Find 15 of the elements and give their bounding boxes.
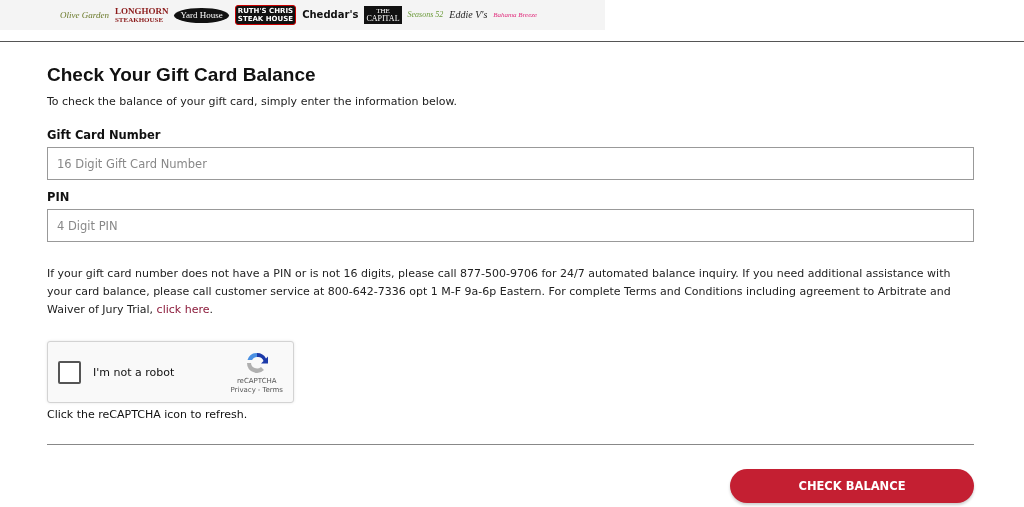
notice-paragraph: If your gift card number does not have a PIN or is not 16 digits, please call 877-500-9706 for 24/7 automated balance inquiry. If you need additional assistance with your card balance, please call customer service at 800-642-7336 opt 1 M-F 9a-6p Eastern. For complete Terms and Conditions including agreement to Arbitrate and Waiver of Jury Trial, click here. — [47, 266, 952, 318]
captcha-hint: Click the reCAPTCHA icon to refresh. — [47, 408, 249, 421]
field-label: Gift Card Number — [47, 128, 162, 142]
captcha-checkbox[interactable] — [58, 360, 81, 384]
input-field[interactable]: 4 Digit PIN — [47, 209, 974, 242]
check-balance-button[interactable]: CHECK BALANCE — [730, 469, 974, 503]
field-label: PIN — [47, 190, 71, 204]
captcha-label: I'm not a robot — [93, 365, 176, 379]
input-field[interactable]: 16 Digit Gift Card Number — [47, 147, 974, 180]
brand-logo[interactable]: Yard House — [174, 7, 229, 23]
brand-logo[interactable]: Olive Garden — [60, 9, 109, 21]
brand-logo[interactable]: Eddie V's — [449, 9, 488, 21]
intro-text: To check the balance of your gift card, simply enter the information below. — [47, 94, 459, 110]
page-title: Check Your Gift Card Balance — [47, 64, 317, 86]
brand-logo[interactable]: Cheddar's — [302, 9, 359, 21]
